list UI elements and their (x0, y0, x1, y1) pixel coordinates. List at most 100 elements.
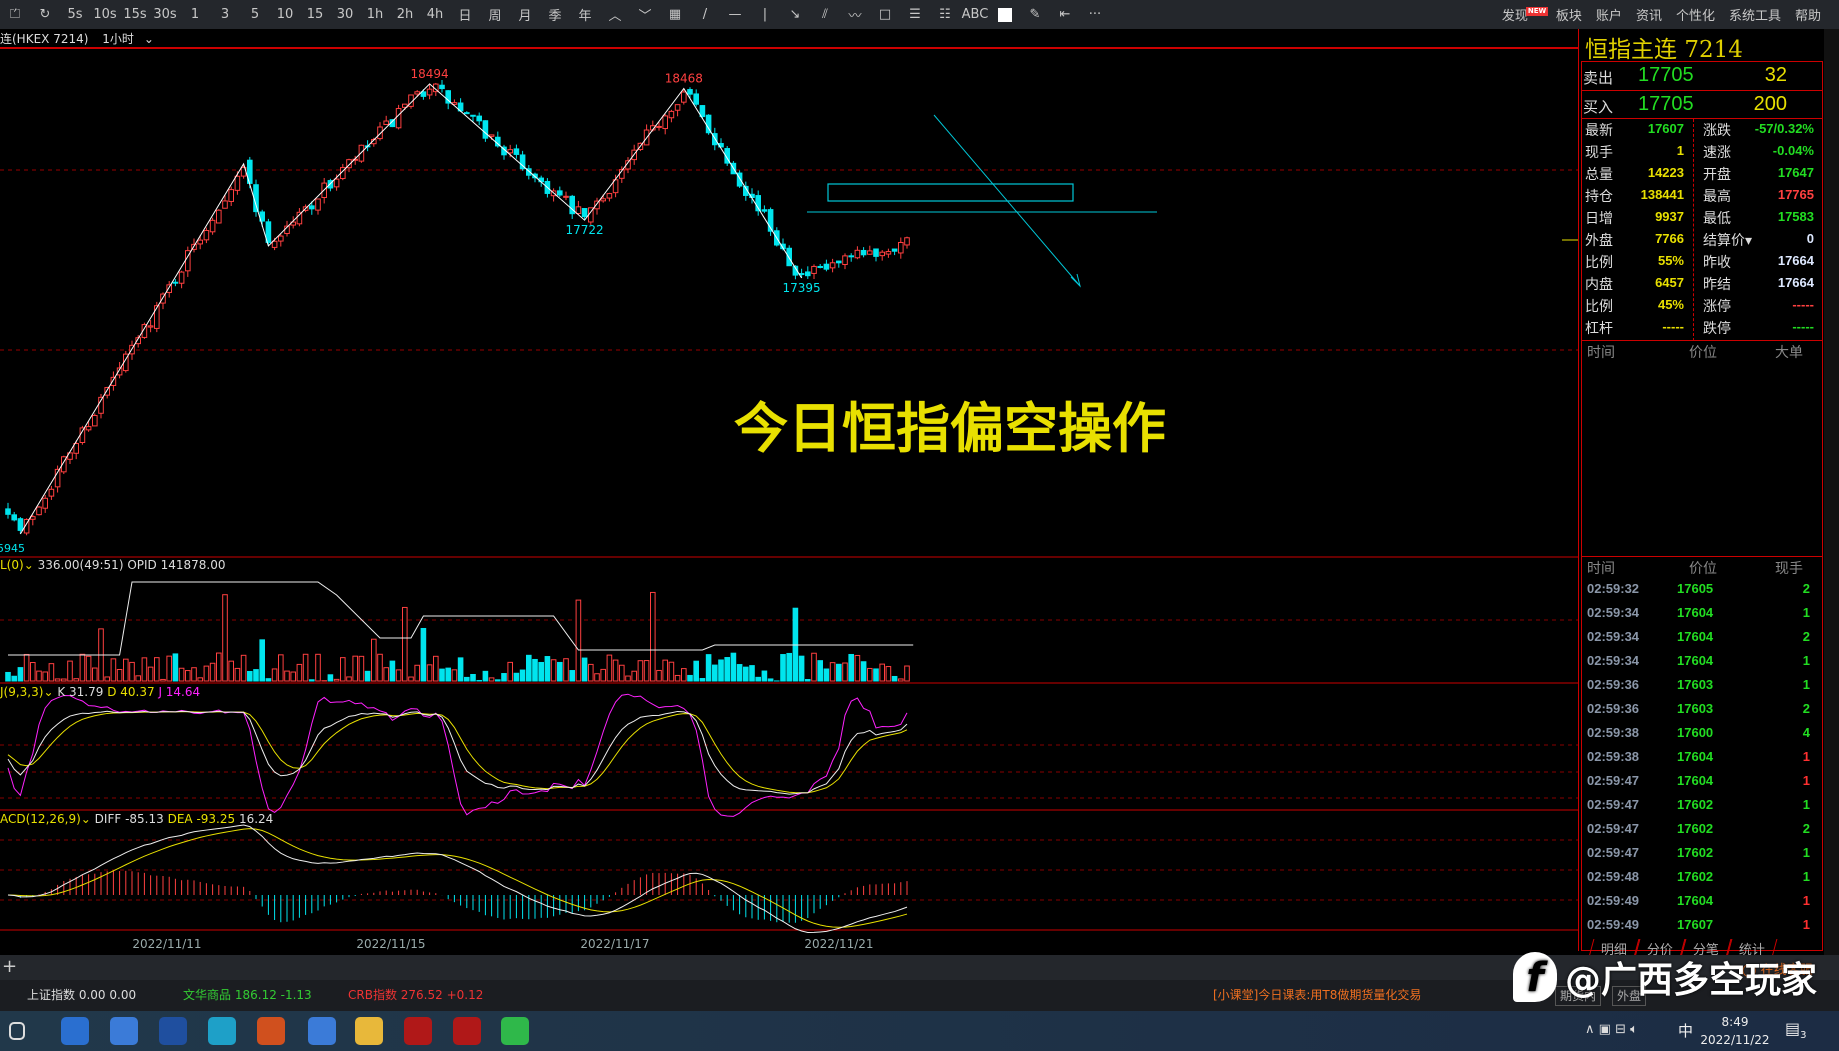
menu-label: 个性化 (1675, 9, 1715, 24)
tick-price: 17602 (1677, 797, 1714, 812)
volume-bar (550, 659, 557, 682)
kdj-indicator-name[interactable]: J(9,3,3) (0, 685, 43, 699)
volume-bar (594, 673, 600, 682)
trading-icon[interactable] (257, 1017, 285, 1045)
instrument-title: 恒指主连 7214 (1585, 30, 1743, 64)
volume-bar (798, 655, 805, 682)
clock[interactable]: 8:49 2022/11/22 (1700, 1013, 1770, 1049)
stat-label: 内盘 (1585, 277, 1613, 293)
candle-body (482, 120, 489, 139)
tray-icons[interactable]: ∧ ▣ ⊟ 🔈︎ (1585, 1022, 1638, 1037)
stat-label: 日增 (1585, 211, 1613, 227)
wechat-icon[interactable] (501, 1017, 529, 1045)
watermark-logo-icon: f (1513, 952, 1557, 1002)
volume-bar (581, 657, 588, 682)
candle-body (104, 387, 111, 396)
wh6b-icon[interactable] (453, 1017, 481, 1045)
tick-price: 17600 (1677, 725, 1714, 740)
pivot-label-low0: 15945 (0, 542, 25, 555)
ticks-col-header: 价位 (1689, 561, 1717, 577)
add-tab-button[interactable]: + (2, 956, 17, 977)
macd-indicator-name[interactable]: ACD(12,26,9) (0, 812, 81, 826)
stat-label: 涨跌 (1703, 123, 1731, 139)
volume-bar (885, 666, 892, 682)
stat-label: 比例 (1585, 255, 1613, 271)
candle-body (575, 206, 582, 214)
volume-bar (836, 663, 842, 682)
volume-bar (736, 664, 743, 682)
notice-ticker[interactable]: [小课堂]今日课表:用T8做期货量化交易 (1213, 980, 1421, 1011)
volume-bar (284, 670, 290, 682)
volume-bar (668, 661, 675, 682)
volume-bar (563, 658, 569, 682)
app3-icon[interactable] (61, 1017, 89, 1045)
crb-index[interactable]: CRB指数 276.52 +0.12 (348, 980, 483, 1011)
menu-6[interactable]: 帮助 (1795, 5, 1821, 24)
remote-icon[interactable] (110, 1017, 138, 1045)
stat-value: 17664 (1777, 275, 1814, 290)
task-view-icon[interactable] (9, 1022, 25, 1040)
volume-bar (588, 663, 594, 682)
notification-icon[interactable]: ▤3 (1785, 1019, 1807, 1041)
volume-bar (73, 678, 80, 682)
tick-price: 17604 (1677, 773, 1714, 788)
volume-bar (631, 670, 638, 682)
volume-bar (445, 667, 451, 682)
remote2-icon[interactable] (308, 1017, 336, 1045)
volume-bar (166, 655, 172, 682)
sh-index[interactable]: 上证指数 0.00 0.00 (27, 980, 136, 1011)
candle-body (333, 178, 340, 188)
volume-indicator-name[interactable]: L(0) (0, 558, 24, 572)
ime-indicator[interactable]: 中 (1678, 1020, 1693, 1041)
volume-bar (538, 661, 545, 682)
panel-scrollbar[interactable] (1824, 29, 1839, 955)
candle-body (513, 148, 520, 155)
volume-bar (191, 667, 197, 682)
menu-4[interactable]: 个性化 (1676, 5, 1715, 24)
candle-body (48, 488, 55, 497)
volume-bar (358, 655, 365, 682)
menu-5[interactable]: 系统工具 (1729, 5, 1781, 24)
volume-bar (532, 658, 538, 682)
sh-index-name: 上证指数 (27, 988, 76, 1002)
menu-2[interactable]: 账户 (1596, 5, 1622, 24)
macd-legend: ACD(12,26,9)⌄ DIFF -85.13 DEA -93.25 16.… (0, 812, 274, 826)
volume-bar (154, 657, 160, 682)
tick-qty: 1 (1802, 653, 1810, 668)
volume-bar (724, 657, 731, 682)
candle-body (309, 205, 315, 210)
stat-label: 现手 (1585, 145, 1613, 161)
candle-body (414, 91, 420, 95)
stat-value: 45% (1657, 297, 1684, 312)
volume-bar (364, 670, 371, 682)
menu-3[interactable]: 资讯 (1636, 5, 1662, 24)
volume-bar (507, 661, 513, 682)
candle-body (761, 209, 768, 212)
candle-body (92, 414, 98, 427)
stat-label: 外盘 (1585, 233, 1613, 249)
candle-body (85, 426, 92, 431)
volume-bar (811, 652, 817, 682)
tick-time: 02:59:34 (1587, 605, 1640, 620)
volume-bar (414, 664, 420, 682)
tick-time: 02:59:34 (1587, 653, 1640, 668)
volume-bar (823, 668, 830, 682)
volume-bar (526, 654, 532, 682)
edge-icon[interactable] (208, 1017, 236, 1045)
tick-qty: 1 (1802, 749, 1810, 764)
stat-value: 0 (1806, 231, 1814, 246)
candle-body (891, 248, 898, 252)
folder-icon[interactable] (355, 1017, 383, 1045)
volume-bar (371, 638, 377, 682)
candle-body (867, 250, 873, 255)
cloud-icon[interactable] (159, 1017, 187, 1045)
volume-bar (222, 594, 228, 682)
wh-index[interactable]: 文华商品 186.12 -1.13 (183, 980, 312, 1011)
volume-bar (340, 657, 346, 682)
candle-body (315, 198, 321, 211)
volume-bar (476, 679, 482, 682)
volume-bar (612, 659, 619, 682)
clock-time: 8:49 (1721, 1015, 1749, 1029)
wh6-icon[interactable] (404, 1017, 432, 1045)
volume-bar (377, 653, 383, 682)
